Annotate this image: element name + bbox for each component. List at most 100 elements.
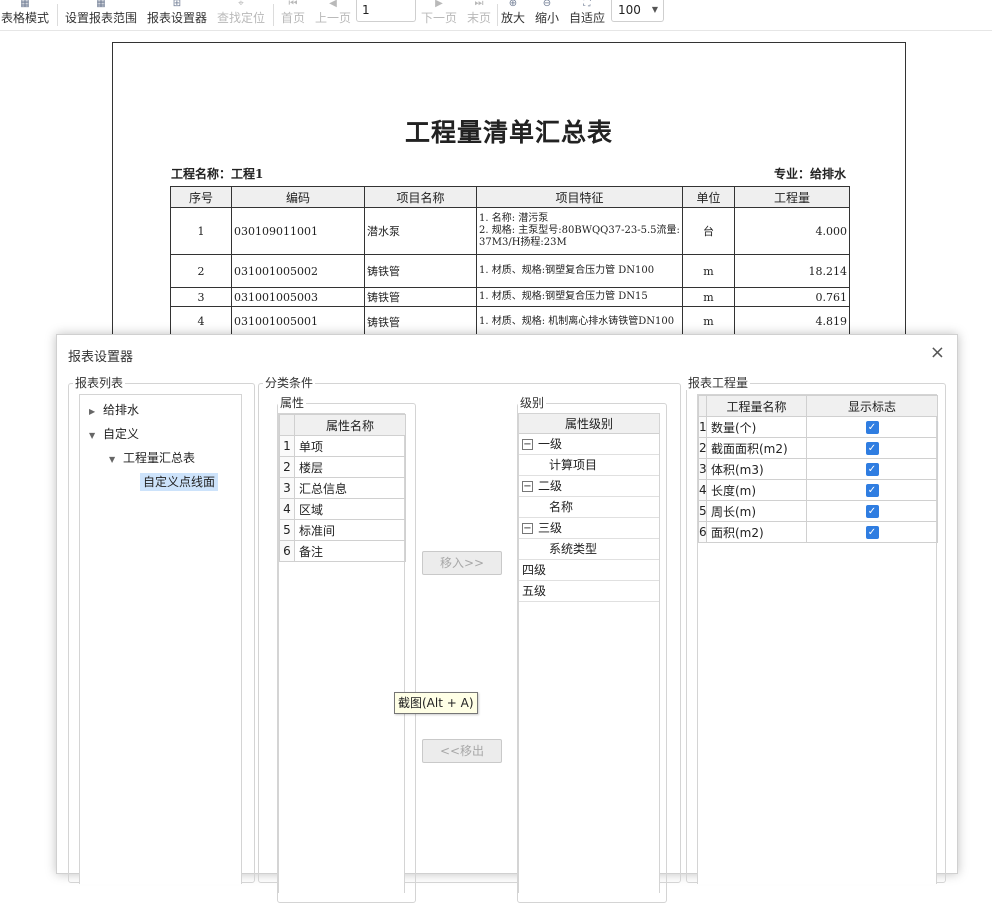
row-quantity: 0.761	[734, 287, 850, 307]
quantity-index-header	[698, 395, 707, 417]
project-name: 工程名称：工程1	[171, 167, 264, 181]
row-index: 3	[279, 477, 295, 499]
level-label: 级别	[518, 396, 547, 410]
last-page-button[interactable]: ⏭ 末页	[465, 0, 493, 30]
toolbar: ▦ 表格模式 ▦ 设置报表范围 ⊞ 报表设置器 ⌖ 查找定位 ⏮ 首页 ◀ 上一…	[0, 0, 992, 31]
row-number: 1	[170, 207, 232, 255]
zoom-in-button[interactable]: ⊕ 放大	[500, 0, 526, 30]
level-item[interactable]: 名称	[519, 497, 659, 518]
list-item[interactable]: 4 区域	[279, 498, 406, 520]
report-title: 工程量清单汇总表	[404, 118, 613, 147]
table-row[interactable]: 1 数量(个) ✓	[698, 416, 938, 438]
row-number: 3	[170, 287, 232, 307]
row-index: 6	[698, 521, 707, 543]
toolbar-divider	[497, 4, 498, 26]
table-row[interactable]: 3 体积(m3) ✓	[698, 458, 938, 480]
quantity-name: 截面面积(m2)	[706, 437, 807, 459]
set-report-range-button[interactable]: ▦ 设置报表范围	[64, 0, 138, 30]
checkbox-checked-icon[interactable]: ✓	[865, 526, 879, 539]
attribute-name-header: 属性名称	[294, 414, 406, 436]
row-item-name: 潜水泵	[364, 207, 477, 255]
column-header: 编码	[231, 186, 365, 208]
page-number-input[interactable]: 1	[356, 0, 416, 22]
level-item[interactable]: − 一级	[519, 434, 659, 455]
screenshot-tooltip: 截图(Alt + A)	[394, 692, 478, 714]
column-header: 工程量	[734, 186, 850, 208]
list-item[interactable]: 6 备注	[279, 540, 406, 562]
prev-page-button[interactable]: ◀ 上一页	[314, 0, 352, 30]
classification-label: 分类条件	[263, 376, 316, 390]
chevron-down-icon: ▼	[109, 455, 116, 464]
report-tree: ▶ 给排水 ▼ 自定义 ▼ 工程量汇总表 自定义点线面	[79, 394, 242, 884]
collapse-icon[interactable]: −	[522, 481, 533, 492]
table-row[interactable]: 5 周长(m) ✓	[698, 500, 938, 522]
attribute-name: 单项	[294, 435, 406, 457]
find-locate-button[interactable]: ⌖ 查找定位	[216, 0, 266, 30]
column-header: 项目特征	[476, 186, 683, 208]
checkbox-checked-icon[interactable]: ✓	[865, 505, 879, 518]
list-item[interactable]: 1 单项	[279, 435, 406, 457]
first-page-icon: ⏮	[288, 0, 298, 9]
report-list-group: 报表列表 ▶ 给排水 ▼ 自定义 ▼ 工程量汇总表 自定义点线面	[68, 376, 255, 884]
level-list: 属性级别 − 一级 计算项目 − 二级 名称 − 三级 系统类型 四级 五级	[518, 413, 660, 893]
zoom-select[interactable]: 100 ▼	[611, 0, 664, 22]
row-item-name: 铸铁管	[364, 306, 477, 337]
list-item[interactable]: 5 标准间	[279, 519, 406, 541]
tree-item-water[interactable]: ▶ 给排水	[89, 400, 139, 420]
level-item[interactable]: − 二级	[519, 476, 659, 497]
first-page-button[interactable]: ⏮ 首页	[280, 0, 306, 30]
zoom-out-button[interactable]: ⊖ 缩小	[534, 0, 560, 30]
table-row[interactable]: 4 长度(m) ✓	[698, 479, 938, 501]
checkbox-checked-icon[interactable]: ✓	[865, 484, 879, 497]
fit-button[interactable]: ⛶ 自适应	[568, 0, 606, 30]
level-item[interactable]: 五级	[519, 581, 659, 602]
move-in-button[interactable]: 移入>>	[422, 551, 502, 575]
tree-item-custom-point-line-face[interactable]: 自定义点线面	[140, 472, 219, 492]
report-list-label: 报表列表	[73, 376, 126, 390]
quantity-name: 长度(m)	[706, 479, 807, 501]
level-group: 级别 属性级别 − 一级 计算项目 − 二级 名称 − 三级 系统类型 四级 五级	[517, 396, 667, 903]
row-quantity: 18.214	[734, 254, 850, 288]
dialog-title: 报表设置器	[68, 350, 134, 365]
major-label: 专业：给排水	[773, 167, 846, 181]
table-mode-button[interactable]: ▦ 表格模式	[0, 0, 50, 30]
level-item[interactable]: − 三级	[519, 518, 659, 539]
row-item-name: 铸铁管	[364, 287, 477, 307]
list-item[interactable]: 3 汇总信息	[279, 477, 406, 499]
tree-item-quantity-summary[interactable]: ▼ 工程量汇总表	[109, 448, 195, 468]
row-code: 030109011001	[231, 207, 365, 255]
checkbox-checked-icon[interactable]: ✓	[865, 463, 879, 476]
level-item[interactable]: 四级	[519, 560, 659, 581]
table-row: 2 031001005002 铸铁管 1. 材质、规格:钢塑复合压力管 DN10…	[170, 254, 850, 288]
checkbox-checked-icon[interactable]: ✓	[865, 442, 879, 455]
row-unit: 台	[682, 207, 735, 255]
collapse-icon[interactable]: −	[522, 439, 533, 450]
table-row[interactable]: 6 面积(m2) ✓	[698, 521, 938, 543]
tree-item-custom[interactable]: ▼ 自定义	[89, 424, 139, 444]
level-item[interactable]: 计算项目	[519, 455, 659, 476]
table-row: 3 031001005003 铸铁管 1. 材质、规格:钢塑复合压力管 DN15…	[170, 287, 850, 307]
quantities-list: 工程量名称 显示标志 1 数量(个) ✓ 2 截面面积(m2) ✓ 3 体积(m3) ✓ 4…	[697, 394, 938, 884]
report-page: 工程量清单汇总表 工程名称：工程1 专业：给排水 序号 编码 项目名称 项目特征…	[112, 42, 906, 342]
attribute-group: 属性 属性名称 1 单项 2 楼层 3 汇总信息 4 区域 5 标准间 6 备注	[277, 396, 416, 903]
move-out-button[interactable]: <<移出	[422, 739, 502, 763]
quantity-name: 周长(m)	[706, 500, 807, 522]
next-page-button[interactable]: ▶ 下一页	[420, 0, 458, 30]
attribute-name: 备注	[294, 540, 406, 562]
row-feature: 1. 材质、规格: 机制离心排水铸铁管DN100	[476, 306, 683, 337]
row-code: 031001005001	[231, 306, 365, 337]
level-item[interactable]: 系统类型	[519, 539, 659, 560]
list-item[interactable]: 2 楼层	[279, 456, 406, 478]
row-index: 4	[279, 498, 295, 520]
collapse-icon[interactable]: −	[522, 523, 533, 534]
row-index: 5	[279, 519, 295, 541]
report-settings-button[interactable]: ⊞ 报表设置器	[146, 0, 208, 30]
quantity-name-header: 工程量名称	[706, 395, 807, 417]
row-unit: m	[682, 306, 735, 337]
table-row[interactable]: 2 截面面积(m2) ✓	[698, 437, 938, 459]
quantity-name: 体积(m3)	[706, 458, 807, 480]
chevron-down-icon: ▼	[89, 431, 96, 440]
row-quantity: 4.819	[734, 306, 850, 337]
checkbox-checked-icon[interactable]: ✓	[865, 421, 879, 434]
close-icon[interactable]: ×	[930, 343, 945, 363]
